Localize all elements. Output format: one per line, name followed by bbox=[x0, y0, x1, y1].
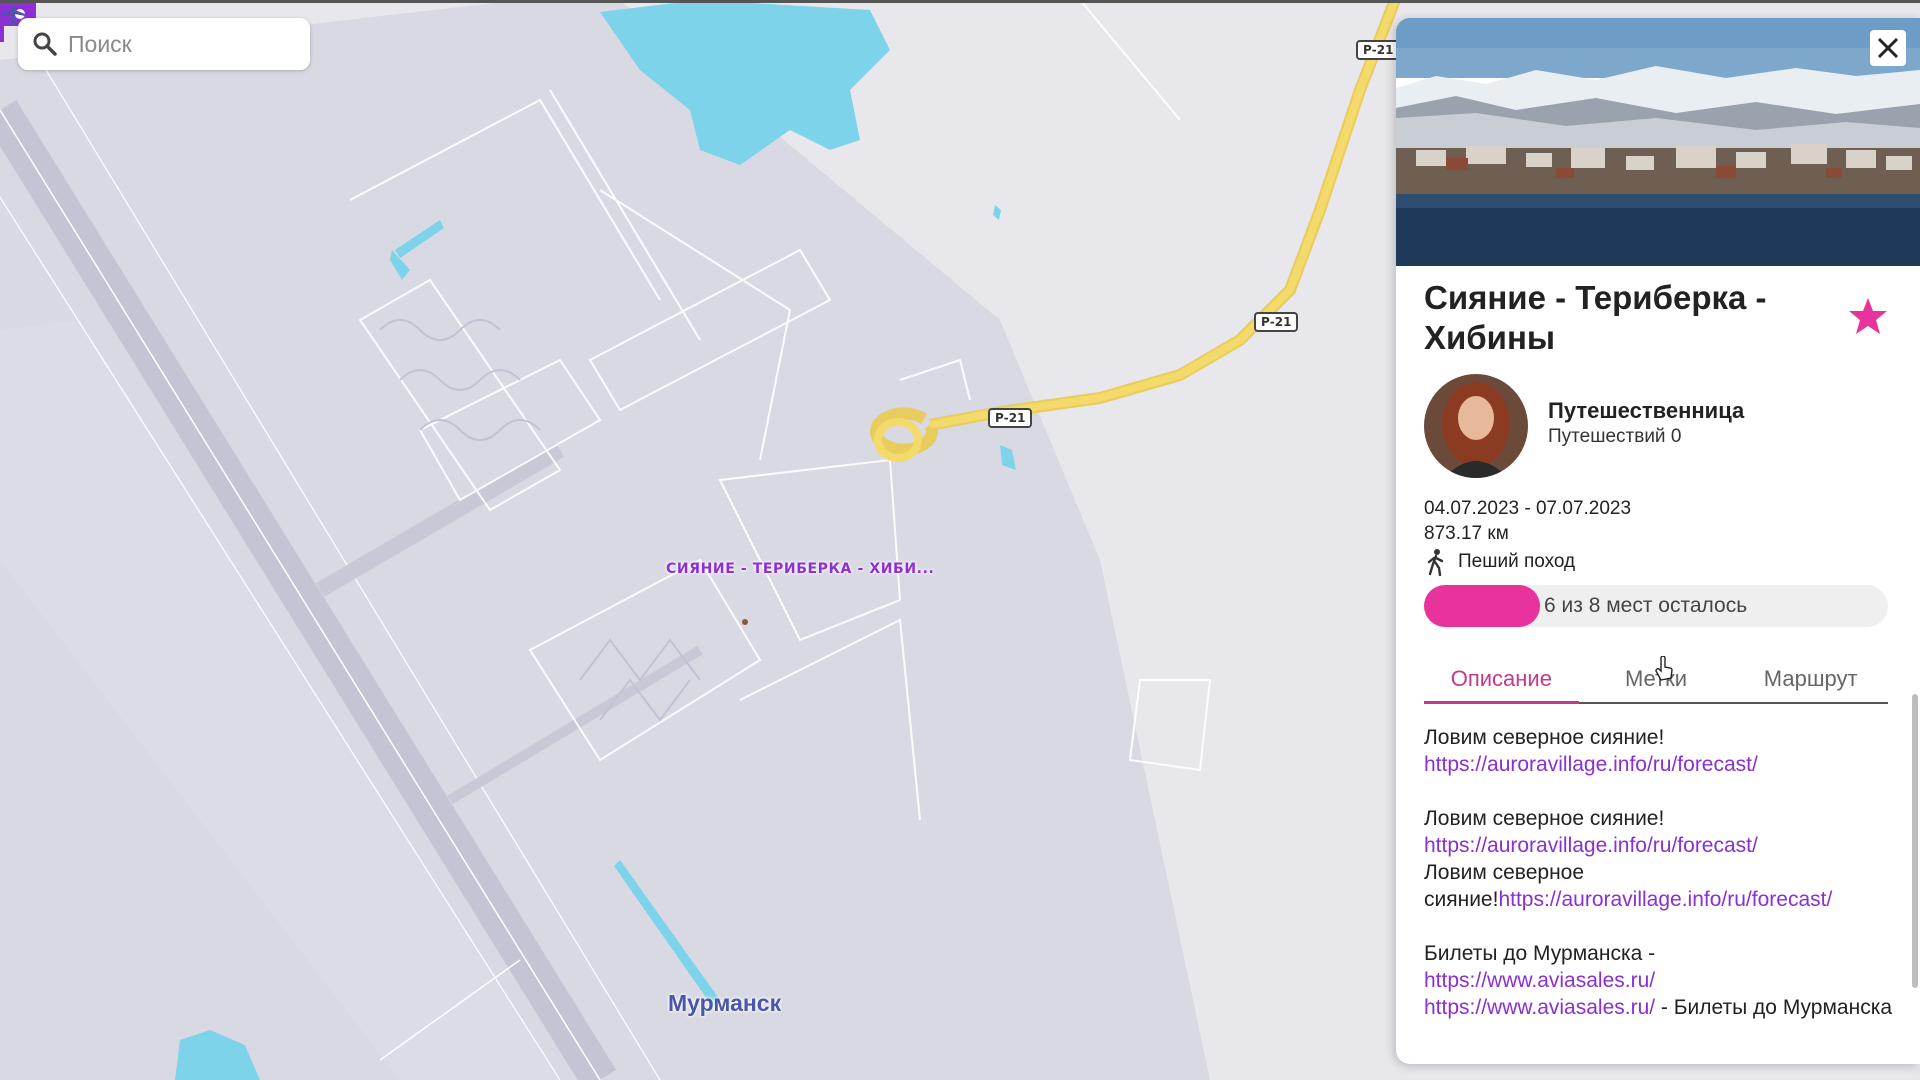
desc-link[interactable]: https://www.aviasales.ru/ bbox=[1424, 969, 1655, 992]
tab-description[interactable]: Описание bbox=[1424, 658, 1579, 704]
search-box[interactable] bbox=[18, 18, 310, 70]
avatar[interactable] bbox=[1424, 374, 1528, 478]
hand-cursor-icon bbox=[1655, 656, 1673, 681]
seats-progress-bar: 6 из 8 мест осталось bbox=[1424, 585, 1888, 627]
desc-text: Ловим северное сияние! bbox=[1424, 726, 1665, 749]
road-shield-r21: Р-21 bbox=[1254, 312, 1299, 332]
trip-pin-label[interactable]: СИЯНИЕ - ТЕРИБЕРКА - ХИБИ... bbox=[666, 561, 934, 577]
trip-cover-photo bbox=[1396, 18, 1920, 266]
desc-link[interactable]: https://auroravillage.info/ru/forecast/ bbox=[1424, 753, 1758, 776]
favorite-star-icon[interactable] bbox=[1848, 296, 1888, 336]
trip-details-panel: Сияние - Териберка - Хибины Путешественн… bbox=[1396, 18, 1920, 1064]
panel-scrollbar[interactable] bbox=[1912, 694, 1918, 988]
search-input[interactable] bbox=[68, 30, 288, 58]
close-button[interactable] bbox=[1870, 30, 1906, 66]
desc-link[interactable]: https://www.aviasales.ru/ bbox=[1424, 996, 1655, 1019]
desc-text: Билеты до Мурманска - bbox=[1424, 942, 1656, 965]
trip-description: Ловим северное сияние! https://auroravil… bbox=[1424, 724, 1894, 1048]
trip-type: Пеший поход bbox=[1424, 548, 1575, 576]
seats-progress-text: 6 из 8 мест осталось bbox=[1544, 594, 1748, 617]
road-shield-r21: Р-21 bbox=[988, 408, 1033, 428]
desc-text: - Билеты до Мурманска bbox=[1655, 996, 1893, 1019]
desc-link[interactable]: https://auroravillage.info/ru/forecast/ bbox=[1498, 888, 1832, 911]
author-trips-count: Путешествий 0 bbox=[1548, 426, 1682, 447]
trip-title: Сияние - Териберка - Хибины bbox=[1424, 279, 1767, 356]
trip-type-label: Пеший поход bbox=[1458, 551, 1576, 572]
tab-route[interactable]: Маршрут bbox=[1733, 658, 1888, 702]
close-icon bbox=[1877, 37, 1899, 59]
city-label-murmansk[interactable]: Мурманск bbox=[668, 990, 781, 1017]
seats-progress-fill bbox=[1424, 585, 1540, 627]
trip-dates: 04.07.2023 - 07.07.2023 bbox=[1424, 498, 1632, 519]
road-shield-r21: Р-21 bbox=[1356, 40, 1401, 60]
desc-text: Ловим северное сияние! bbox=[1424, 807, 1665, 830]
walking-icon bbox=[1427, 549, 1444, 576]
trip-distance: 873.17 км bbox=[1424, 523, 1509, 544]
author-name[interactable]: Путешественница bbox=[1548, 398, 1744, 424]
top-border bbox=[0, 0, 1920, 3]
desc-link[interactable]: https://auroravillage.info/ru/forecast/ bbox=[1424, 834, 1758, 857]
search-icon bbox=[33, 32, 57, 56]
